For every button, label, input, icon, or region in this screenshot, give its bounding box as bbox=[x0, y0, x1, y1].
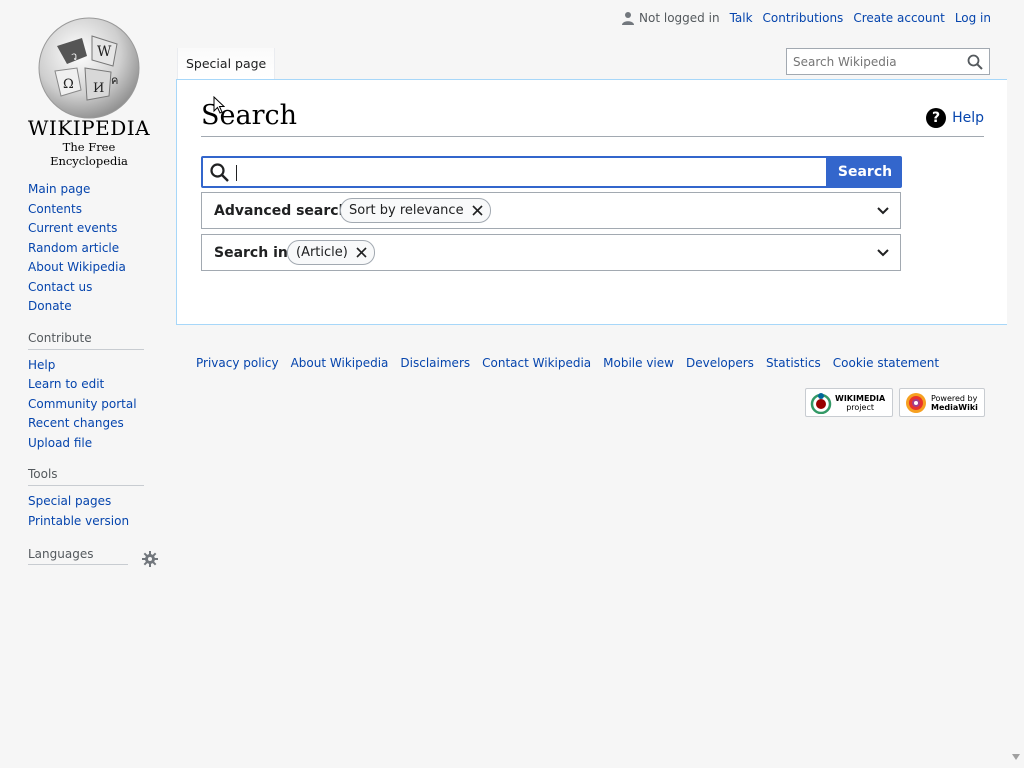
scroll-down-arrow-icon[interactable] bbox=[1012, 754, 1020, 760]
sidebar-item-contents[interactable]: Contents bbox=[28, 202, 82, 216]
mouse-cursor-icon bbox=[213, 96, 225, 114]
powered-by-mediawiki-badge[interactable]: Powered by MediaWiki bbox=[899, 388, 985, 417]
tools-menu: Special pages Printable version bbox=[0, 492, 176, 531]
footer-statistics[interactable]: Statistics bbox=[766, 356, 821, 370]
article-namespace-chip[interactable]: (Article) bbox=[287, 240, 375, 265]
search-button[interactable]: Search bbox=[828, 156, 902, 188]
footer-cookie-statement[interactable]: Cookie statement bbox=[833, 356, 939, 370]
sidebar-item-random-article[interactable]: Random article bbox=[28, 241, 119, 255]
chevron-down-icon[interactable] bbox=[877, 248, 889, 258]
footer-links: Privacy policy About Wikipedia Disclaime… bbox=[196, 356, 939, 370]
mediawiki-badge-text: Powered by MediaWiki bbox=[931, 394, 978, 412]
user-icon bbox=[622, 12, 635, 25]
personal-tools: Not logged in Talk Contributions Create … bbox=[621, 11, 991, 25]
header-search-input[interactable] bbox=[787, 49, 969, 74]
contributions-link[interactable]: Contributions bbox=[763, 11, 844, 25]
page: W Ω И ว ค WIKIPEDIA The Free Encyclopedi… bbox=[0, 0, 1024, 768]
help-label[interactable]: Help bbox=[952, 110, 984, 126]
remove-chip-icon[interactable] bbox=[471, 204, 484, 217]
sidebar-item-upload-file[interactable]: Upload file bbox=[28, 436, 92, 450]
tab-special-page[interactable]: Special page bbox=[177, 48, 276, 79]
logo-wordmark: WIKIPEDIA bbox=[27, 116, 151, 140]
create-account-link[interactable]: Create account bbox=[853, 11, 945, 25]
chevron-down-icon[interactable] bbox=[877, 206, 889, 216]
mediawiki-badge-line1: Powered by bbox=[931, 393, 978, 403]
talk-link[interactable]: Talk bbox=[730, 11, 753, 25]
not-logged-in-status: Not logged in bbox=[639, 11, 720, 25]
remove-chip-icon[interactable] bbox=[355, 246, 368, 259]
footer-mobile-view[interactable]: Mobile view bbox=[603, 356, 674, 370]
sidebar-item-contact-us[interactable]: Contact us bbox=[28, 280, 92, 294]
footer-about-wikipedia[interactable]: About Wikipedia bbox=[291, 356, 389, 370]
footer-badges: WIKIMEDIA project Powered by MediaWiki bbox=[805, 388, 985, 417]
sidebar-item-current-events[interactable]: Current events bbox=[28, 221, 117, 235]
help-link[interactable]: ? Help bbox=[926, 108, 984, 128]
sidebar-item-community-portal[interactable]: Community portal bbox=[28, 397, 137, 411]
svg-text:ค: ค bbox=[111, 74, 118, 87]
wikimedia-logo-icon bbox=[810, 392, 832, 414]
footer-privacy-policy[interactable]: Privacy policy bbox=[196, 356, 279, 370]
sidebar-item-donate[interactable]: Donate bbox=[28, 299, 72, 313]
svg-text:W: W bbox=[97, 44, 112, 60]
svg-text:Ω: Ω bbox=[63, 77, 74, 92]
chip-label: Sort by relevance bbox=[349, 203, 464, 218]
header-search bbox=[786, 48, 990, 75]
footer-contact-wikipedia[interactable]: Contact Wikipedia bbox=[482, 356, 591, 370]
log-in-link[interactable]: Log in bbox=[955, 11, 991, 25]
header-search-icon[interactable] bbox=[967, 54, 983, 70]
footer-disclaimers[interactable]: Disclaimers bbox=[400, 356, 470, 370]
sidebar-item-about-wikipedia[interactable]: About Wikipedia bbox=[28, 260, 126, 274]
sidebar-item-main-page[interactable]: Main page bbox=[28, 182, 90, 196]
wikipedia-globe-icon: W Ω И ว ค bbox=[38, 17, 140, 119]
advanced-search-label: Advanced search: bbox=[214, 203, 355, 219]
sidebar-item-learn-to-edit[interactable]: Learn to edit bbox=[28, 377, 104, 391]
languages-heading: Languages bbox=[28, 547, 128, 565]
footer-developers[interactable]: Developers bbox=[686, 356, 754, 370]
title-divider bbox=[201, 136, 984, 137]
logo-tagline: The Free Encyclopedia bbox=[50, 140, 128, 168]
sidebar-item-printable-version[interactable]: Printable version bbox=[28, 514, 129, 528]
svg-text:И: И bbox=[93, 81, 104, 96]
wikimedia-project-badge[interactable]: WIKIMEDIA project bbox=[805, 388, 893, 417]
contribute-heading: Contribute bbox=[28, 331, 144, 350]
mediawiki-logo-icon bbox=[906, 392, 926, 413]
sidebar: Main page Contents Current events Random… bbox=[0, 180, 176, 565]
sidebar-item-recent-changes[interactable]: Recent changes bbox=[28, 416, 124, 430]
search-in-label: Search in: bbox=[214, 245, 294, 261]
svg-text:ว: ว bbox=[71, 50, 77, 63]
contribute-menu: Help Learn to edit Community portal Rece… bbox=[0, 356, 176, 454]
main-content: Search ? Help Search Advanced search: So… bbox=[176, 79, 1007, 325]
mediawiki-badge-line2: MediaWiki bbox=[931, 402, 978, 412]
wikimedia-badge-line1: WIKIMEDIA bbox=[835, 393, 886, 403]
wikimedia-badge-line2: project bbox=[846, 402, 874, 412]
help-icon: ? bbox=[926, 108, 947, 128]
sidebar-item-help[interactable]: Help bbox=[28, 358, 55, 372]
wikipedia-logo[interactable]: W Ω И ว ค WIKIPEDIA The Free Encyclopedi… bbox=[22, 12, 156, 168]
search-input[interactable] bbox=[239, 161, 823, 187]
chip-label: (Article) bbox=[296, 245, 348, 260]
sidebar-item-special-pages[interactable]: Special pages bbox=[28, 494, 111, 508]
tools-heading: Tools bbox=[28, 467, 144, 486]
search-in-panel[interactable]: Search in: (Article) bbox=[201, 234, 901, 271]
advanced-search-panel[interactable]: Advanced search: Sort by relevance bbox=[201, 192, 901, 229]
search-field[interactable] bbox=[201, 156, 828, 188]
language-settings-gear-icon[interactable] bbox=[142, 551, 158, 567]
sort-by-relevance-chip[interactable]: Sort by relevance bbox=[340, 198, 491, 223]
wikimedia-badge-text: WIKIMEDIA project bbox=[835, 394, 885, 412]
navigation-menu: Main page Contents Current events Random… bbox=[0, 180, 176, 317]
search-icon bbox=[210, 163, 229, 182]
text-caret bbox=[236, 165, 237, 181]
